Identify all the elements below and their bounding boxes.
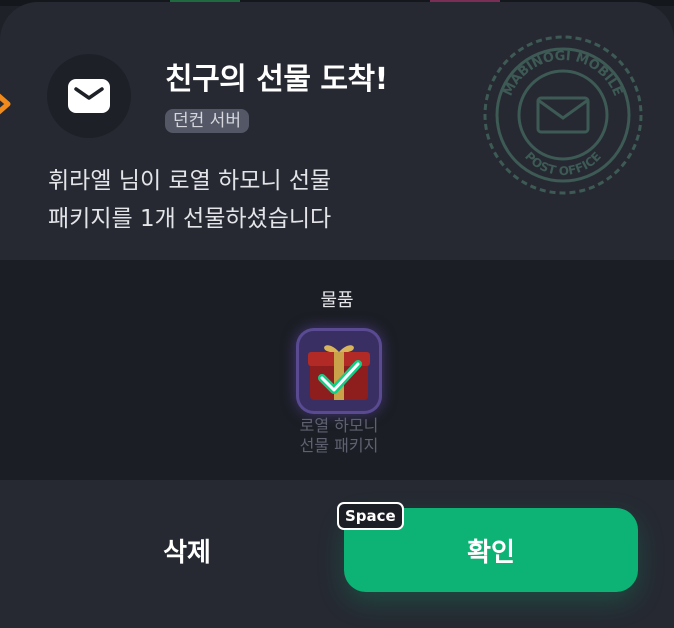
item-slot[interactable] [296,328,382,414]
server-badge: 던컨 서버 [165,109,249,133]
dialog-title: 친구의 선물 도착! [165,62,388,97]
gift-box-icon [308,345,370,400]
gift-message: 휘라엘 님이 로열 하모니 선물 패키지를 1개 선물하셨습니다 [48,162,468,238]
gift-message-line-2: 패키지를 1개 선물하셨습니다 [48,206,332,232]
space-key-hint: Space [337,502,404,530]
item-name: 로열 하모니 선물 패키지 [269,416,409,456]
delete-button[interactable]: 삭제 [84,508,290,592]
chevron-right-icon [0,93,11,115]
post-office-stamp-icon: MABINOGI MOBILE POST OFFICE [483,35,643,195]
item-name-line-2: 선물 패키지 [299,436,379,455]
item-name-line-1: 로열 하모니 [299,416,379,435]
stamp-text-top: MABINOGI MOBILE [501,49,625,99]
items-label: 물품 [320,290,354,311]
svg-text:MABINOGI MOBILE: MABINOGI MOBILE [501,49,625,99]
envelope-icon [47,54,131,138]
gift-notification-dialog: MABINOGI MOBILE POST OFFICE 친구의 선물 도착! 던… [0,2,674,628]
gift-message-line-1: 휘라엘 님이 로열 하모니 선물 [48,168,332,194]
